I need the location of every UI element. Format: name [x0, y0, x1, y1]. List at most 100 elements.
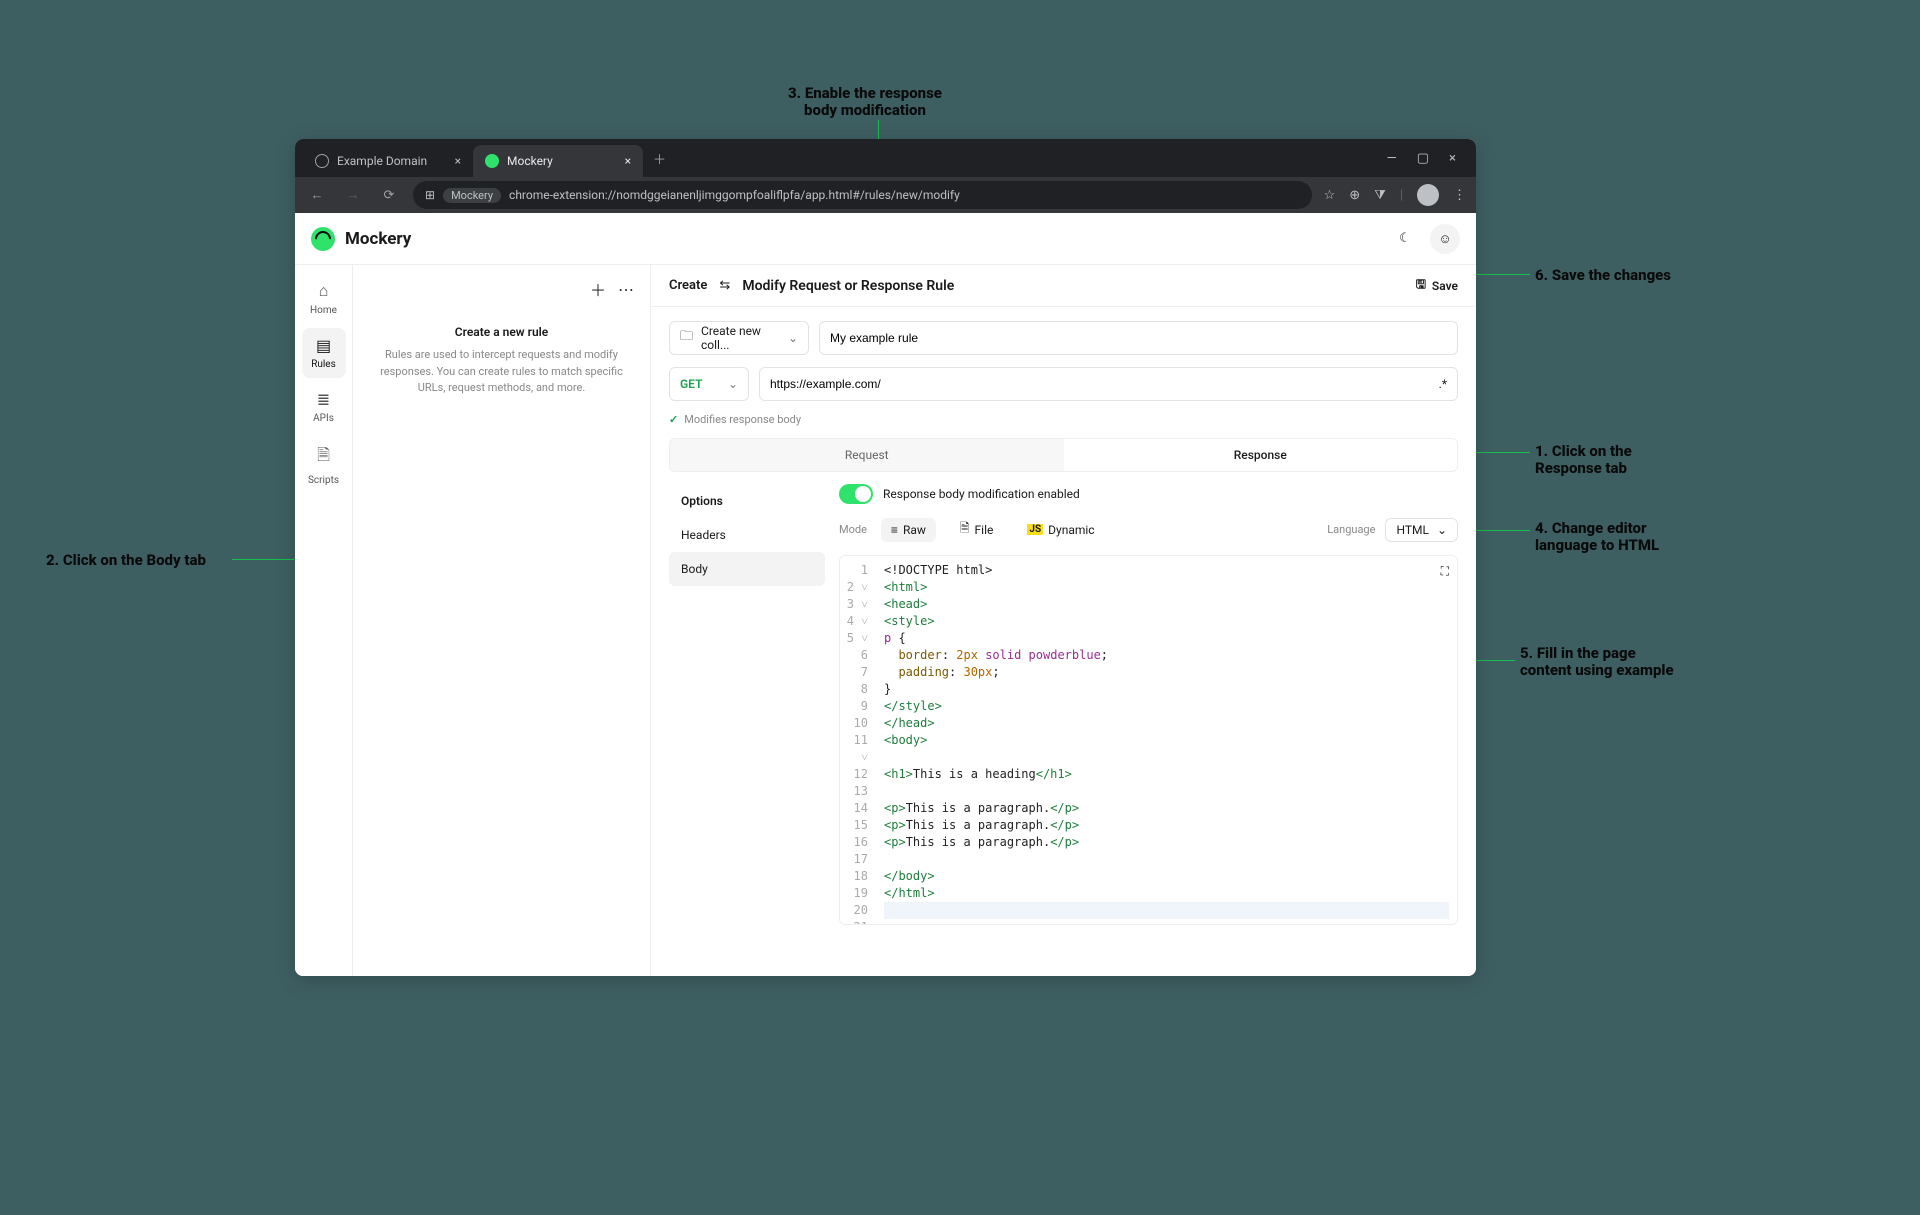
- omnibox[interactable]: ⊞ Mockery chrome-extension://nomdggeiane…: [413, 181, 1312, 209]
- annotation-4: 4. Change editor language to HTML: [1535, 520, 1659, 555]
- swap-icon: ⇆: [719, 278, 730, 293]
- raw-icon: ≡: [891, 523, 898, 537]
- folder-icon: 🗀: [680, 327, 693, 349]
- js-icon: JS: [1027, 524, 1043, 535]
- more-icon[interactable]: ⋯: [618, 280, 634, 299]
- app-body: ⌂Home ▤Rules ≣APIs 🗎Scripts ＋ ⋯ Create a…: [295, 265, 1476, 976]
- code-editor[interactable]: ⛶ 12 ˅3 ˅4 ˅5 ˅67891011 ˅121314151617181…: [839, 555, 1458, 925]
- profile-avatar[interactable]: [1417, 184, 1439, 206]
- language-select[interactable]: HTML ⌄: [1385, 518, 1458, 542]
- app-header: Mockery ☾ ☺: [295, 213, 1476, 265]
- chevron-down-icon: ⌄: [788, 331, 798, 345]
- rail-label: Scripts: [308, 475, 339, 486]
- mockery-favicon-icon: [485, 154, 499, 168]
- collection-select[interactable]: 🗀 Create new coll... ⌄: [669, 321, 809, 355]
- mode-dynamic[interactable]: JSDynamic: [1017, 518, 1104, 542]
- subnav-headers[interactable]: Headers: [669, 518, 825, 552]
- rail-home[interactable]: ⌂ Home: [302, 273, 346, 324]
- add-rule-button[interactable]: ＋: [590, 277, 606, 301]
- main-toolbar: Create ⇆ Modify Request or Response Rule…: [651, 265, 1476, 307]
- close-icon[interactable]: ×: [455, 154, 461, 168]
- mode-file[interactable]: 🗎File: [950, 514, 1004, 545]
- main-content: 🗀 Create new coll... ⌄ GET ⌄: [651, 307, 1476, 939]
- rule-name-field[interactable]: [830, 331, 1447, 345]
- tab-title: Mockery: [507, 154, 553, 168]
- url-input[interactable]: .*: [759, 367, 1458, 401]
- extension-icon: ⊞: [425, 188, 435, 202]
- check-icon: ✓: [669, 413, 678, 426]
- annotation-1: 1. Click on the Response tab: [1535, 443, 1632, 478]
- star-icon[interactable]: ☆: [1324, 188, 1336, 203]
- url-chip: Mockery: [443, 188, 501, 203]
- back-icon[interactable]: ←: [305, 187, 329, 203]
- rail-scripts[interactable]: 🗎Scripts: [302, 436, 346, 494]
- tab-request[interactable]: Request: [670, 439, 1064, 471]
- rail-label: Rules: [311, 359, 336, 370]
- home-icon: ⌂: [302, 281, 346, 301]
- new-tab-button[interactable]: ＋: [643, 149, 676, 168]
- rule-status: ✓ Modifies response body: [669, 413, 1458, 426]
- collection-value: Create new coll...: [701, 324, 780, 352]
- annotation-6: 6. Save the changes: [1535, 267, 1671, 284]
- kebab-icon[interactable]: ⋮: [1453, 188, 1466, 203]
- tab-title: Example Domain: [337, 154, 427, 168]
- editor-gutter: 12 ˅3 ˅4 ˅5 ˅67891011 ˅12131415161718192…: [840, 556, 876, 924]
- url-field[interactable]: [770, 377, 1447, 391]
- expand-icon[interactable]: ⛶: [1441, 564, 1449, 579]
- response-subnav: Options Headers Body: [669, 484, 825, 925]
- rules-icon: ▤: [302, 336, 346, 355]
- rail-apis[interactable]: ≣ APIs: [302, 382, 346, 432]
- toggle-label: Response body modification enabled: [883, 487, 1080, 501]
- panel-desc: Rules are used to intercept requests and…: [369, 347, 634, 397]
- rail-rules[interactable]: ▤ Rules: [302, 328, 346, 378]
- moon-icon: ☾: [1399, 231, 1411, 246]
- chevron-down-icon: ⌄: [728, 377, 738, 391]
- forward-icon[interactable]: →: [341, 187, 365, 203]
- rail-label: Home: [310, 305, 337, 316]
- save-button[interactable]: 🖫 Save: [1416, 275, 1458, 296]
- account-button[interactable]: ☺: [1430, 224, 1460, 254]
- globe-icon: [315, 154, 329, 168]
- reqres-tabs: Request Response: [669, 438, 1458, 472]
- body-modification-toggle[interactable]: [839, 484, 873, 504]
- annotation-2: 2. Click on the Body tab: [46, 552, 206, 569]
- main-panel: Create ⇆ Modify Request or Response Rule…: [651, 265, 1476, 976]
- app-brand[interactable]: Mockery: [311, 227, 411, 251]
- browser-window: Example Domain × Mockery × ＋ — ▢ × ← → ⟳…: [295, 139, 1476, 976]
- url-text: chrome-extension://nomdggeianenljimggomp…: [509, 188, 960, 202]
- extensions-icon[interactable]: ⊕: [1349, 188, 1360, 203]
- mode-selector: Mode ≡Raw 🗎File JSDynamic Language HTML …: [839, 514, 1458, 545]
- body-toggle-row: Response body modification enabled: [839, 484, 1458, 504]
- close-icon[interactable]: ×: [625, 154, 631, 168]
- language-label: Language: [1327, 523, 1375, 536]
- reload-icon[interactable]: ⟳: [377, 188, 401, 203]
- rail-label: APIs: [313, 413, 334, 424]
- sidebar-rail: ⌂ Home ▤ Rules ≣ APIs 🗎Scripts: [295, 265, 353, 976]
- create-label: Create: [669, 278, 707, 293]
- rule-name-input[interactable]: [819, 321, 1458, 355]
- annotation-5: 5. Fill in the page content using exampl…: [1520, 645, 1674, 680]
- theme-toggle-button[interactable]: ☾: [1390, 224, 1420, 254]
- browser-tab-mockery[interactable]: Mockery ×: [473, 145, 643, 177]
- chevron-down-icon: ⌄: [1437, 523, 1447, 537]
- close-window-icon[interactable]: ×: [1449, 151, 1456, 166]
- apis-icon: ≣: [302, 390, 346, 409]
- puzzle-icon[interactable]: ⧩: [1374, 188, 1386, 203]
- tab-response[interactable]: Response: [1064, 439, 1458, 471]
- mode-raw[interactable]: ≡Raw: [881, 518, 936, 542]
- method-select[interactable]: GET ⌄: [669, 367, 749, 401]
- panel-title: Create a new rule: [369, 325, 634, 339]
- file-icon: 🗎: [960, 519, 970, 540]
- mockery-logo-icon: [311, 227, 335, 251]
- subnav-body[interactable]: Body: [669, 552, 825, 586]
- method-value: GET: [680, 377, 702, 391]
- minimize-icon[interactable]: —: [1387, 151, 1397, 166]
- maximize-icon[interactable]: ▢: [1417, 151, 1429, 166]
- rules-list-panel: ＋ ⋯ Create a new rule Rules are used to …: [353, 265, 651, 976]
- annotation-3: 3. Enable the response body modification: [788, 85, 942, 120]
- subnav-options[interactable]: Options: [669, 484, 825, 518]
- editor-code[interactable]: <!DOCTYPE html><html><head><style>p { bo…: [876, 556, 1457, 924]
- window-controls: — ▢ ×: [1387, 151, 1468, 166]
- url-suffix: .*: [1439, 377, 1447, 391]
- browser-tab-example[interactable]: Example Domain ×: [303, 145, 473, 177]
